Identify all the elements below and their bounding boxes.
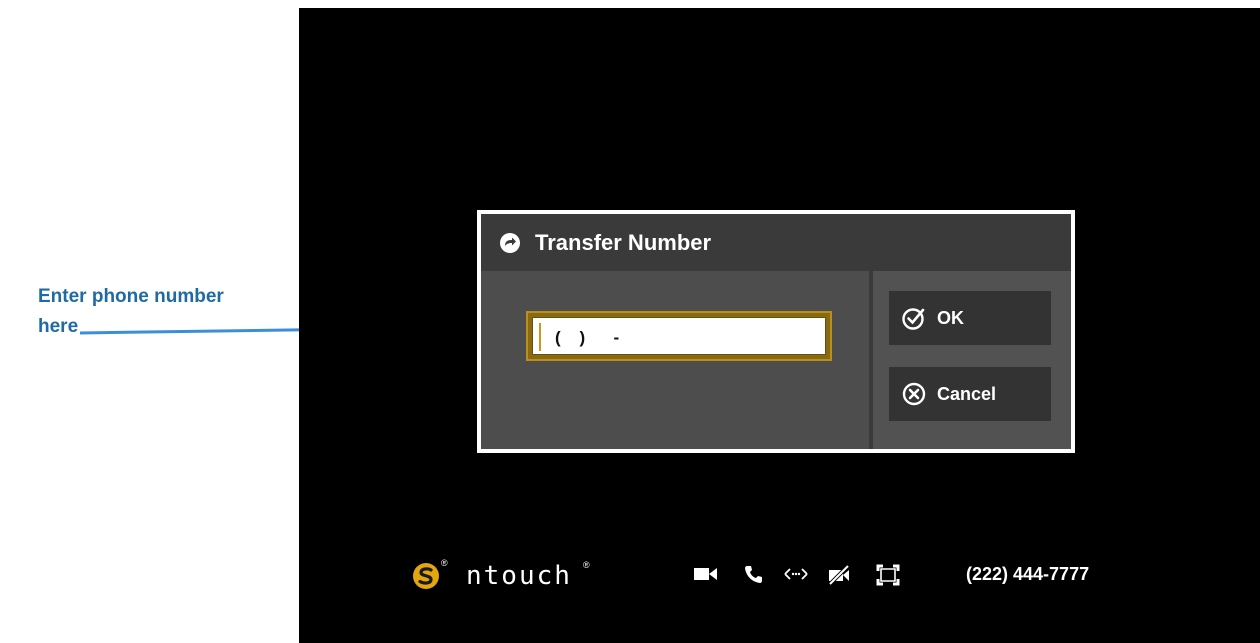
x-circle-icon — [902, 382, 926, 406]
fullscreen-icon[interactable] — [876, 564, 900, 586]
phone-icon — [745, 566, 762, 583]
transfer-number-dialog: Transfer Number ( ) - OK Cancel — [477, 210, 1075, 453]
phone-number-field-frame: ( ) - — [526, 311, 832, 361]
dialog-title: Transfer Number — [535, 229, 712, 255]
my-phone-number: (222) 444-7777 — [966, 564, 1090, 584]
video-camera-icon — [694, 568, 717, 580]
logo-registered-mark: ® — [441, 558, 448, 568]
dialog-actions-panel: OK Cancel — [873, 271, 1071, 449]
cancel-button-label: Cancel — [937, 383, 997, 404]
check-circle-icon — [902, 308, 925, 330]
ntouch-logo-text: ntouch — [466, 561, 572, 591]
sorenson-s-icon — [413, 563, 439, 589]
dialog-input-panel: ( ) - — [481, 271, 869, 449]
status-bar: ® ntouch ® (222) 444-7777 — [299, 556, 1260, 596]
annotation-line-1: Enter phone number — [38, 286, 224, 307]
ok-button-label: OK — [937, 307, 964, 328]
videophone-screen: Transfer Number ( ) - OK Cancel ® ntouch… — [299, 8, 1260, 643]
ntouch-registered-mark: ® — [583, 560, 590, 570]
transfer-arrows-icon — [784, 568, 808, 580]
phone-number-value: ( ) - — [555, 328, 620, 347]
dialog-header: Transfer Number — [481, 214, 1071, 271]
privacy-off-icon — [828, 564, 850, 586]
cancel-button[interactable]: Cancel — [889, 367, 1051, 421]
ok-button[interactable]: OK — [889, 291, 1051, 345]
phone-number-input[interactable]: ( ) - — [532, 317, 826, 355]
text-cursor — [539, 323, 541, 351]
transfer-arrow-icon — [500, 232, 520, 253]
